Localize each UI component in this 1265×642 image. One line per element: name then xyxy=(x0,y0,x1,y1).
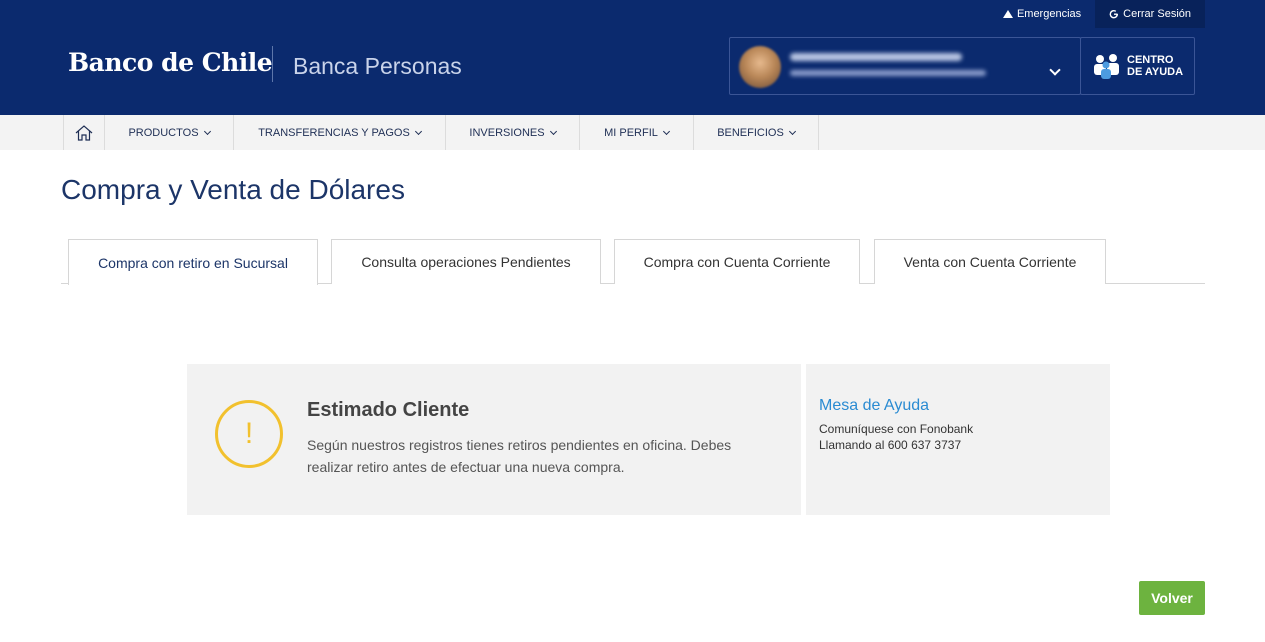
nav-transferencias[interactable]: TRANSFERENCIAS Y PAGOS xyxy=(234,115,446,150)
nav-beneficios-label: BENEFICIOS xyxy=(717,126,784,139)
top-links: Emergencias Cerrar Sesión xyxy=(989,0,1205,28)
page-title: Compra y Venta de Dólares xyxy=(61,174,405,205)
avatar xyxy=(739,46,781,88)
warning-icon: ! xyxy=(215,400,283,468)
tab-consulta-operaciones-pendientes[interactable]: Consulta operaciones Pendientes xyxy=(331,239,601,284)
bank-logo[interactable]: Banco de Chile xyxy=(68,48,273,77)
emergencias-link[interactable]: Emergencias xyxy=(989,0,1095,28)
cerrar-sesion-link[interactable]: Cerrar Sesión xyxy=(1095,0,1205,28)
nav-home[interactable] xyxy=(63,115,105,150)
nav-productos-label: PRODUCTOS xyxy=(128,126,199,139)
chevron-down-icon xyxy=(662,127,670,135)
help-desk-line-1: Comuníquese con Fonobank xyxy=(819,422,974,436)
nav-beneficios[interactable]: BENEFICIOS xyxy=(694,115,819,150)
help-desk-title[interactable]: Mesa de Ayuda xyxy=(819,397,929,415)
nav-productos[interactable]: PRODUCTOS xyxy=(105,115,234,150)
tab-venta-cuenta-corriente[interactable]: Venta con Cuenta Corriente xyxy=(874,239,1106,284)
home-icon xyxy=(75,124,93,141)
help-line-1: CENTRO xyxy=(1127,54,1174,66)
logo-divider xyxy=(272,46,273,82)
header: Emergencias Cerrar Sesión Banco de Chile… xyxy=(0,0,1265,115)
alert-title: Estimado Cliente xyxy=(307,399,470,421)
nav-mi-perfil-label: MI PERFIL xyxy=(604,126,658,139)
emergencias-label: Emergencias xyxy=(1016,8,1082,20)
power-icon xyxy=(1109,10,1119,19)
section-name: Banca Personas xyxy=(293,53,462,79)
last-access-blurred xyxy=(790,70,986,76)
user-name-blurred xyxy=(790,53,962,61)
tab-compra-cuenta-corriente[interactable]: Compra con Cuenta Corriente xyxy=(614,239,860,284)
help-desk-panel: Mesa de Ayuda Comuníquese con Fonobank L… xyxy=(806,364,1110,515)
nav-inversiones-label: INVERSIONES xyxy=(469,126,545,139)
nav-transferencias-label: TRANSFERENCIAS Y PAGOS xyxy=(258,126,410,139)
help-center-label: CENTRO DE AYUDA xyxy=(1127,54,1183,78)
main-nav: PRODUCTOS TRANSFERENCIAS Y PAGOS INVERSI… xyxy=(0,115,1265,150)
people-icon xyxy=(1094,54,1119,79)
pending-withdrawal-alert: ! Estimado Cliente Según nuestros regist… xyxy=(187,364,801,515)
tab-compra-retiro-sucursal[interactable]: Compra con retiro en Sucursal xyxy=(68,239,318,285)
chevron-down-icon xyxy=(549,127,557,135)
help-desk-line-2: Llamando al 600 637 3737 xyxy=(819,438,962,452)
cerrar-sesion-label: Cerrar Sesión xyxy=(1123,8,1191,20)
user-menu[interactable] xyxy=(729,37,1081,95)
help-line-2: DE AYUDA xyxy=(1127,66,1184,78)
chevron-down-icon xyxy=(788,127,796,135)
chevron-down-icon xyxy=(414,127,422,135)
nav-inversiones[interactable]: INVERSIONES xyxy=(446,115,580,150)
alert-body: Según nuestros registros tienes retiros … xyxy=(307,437,732,475)
help-center-button[interactable]: CENTRO DE AYUDA xyxy=(1080,37,1195,95)
nav-mi-perfil[interactable]: MI PERFIL xyxy=(580,115,694,150)
chevron-down-icon[interactable] xyxy=(1049,64,1061,76)
warning-triangle-icon xyxy=(1002,10,1013,18)
chevron-down-icon xyxy=(203,127,211,135)
volver-button[interactable]: Volver xyxy=(1139,581,1205,615)
